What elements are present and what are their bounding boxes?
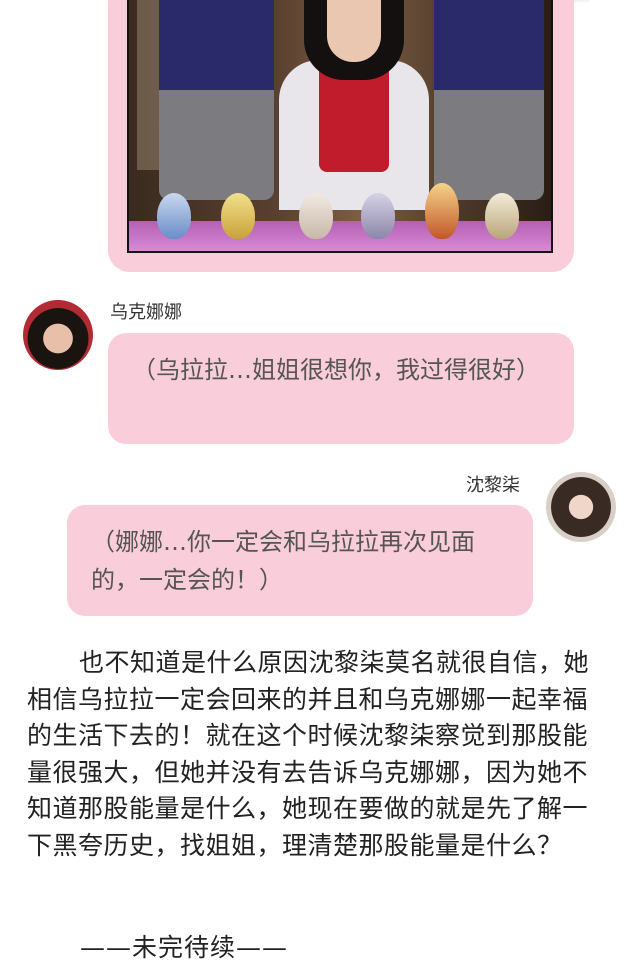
narrative-paragraph: 也不知道是什么原因沈黎柒莫名就很自信，她相信乌拉拉一定会回来的并且和乌克娜娜一起… [27, 648, 590, 860]
scene-person-left [159, 0, 274, 200]
jeweled-egg [221, 193, 255, 239]
sender-name: 沈黎柒 [466, 475, 520, 496]
scene-person-right [434, 0, 544, 200]
jeweled-egg [299, 193, 333, 239]
scene-person-center [279, 0, 429, 210]
jeweled-egg [361, 193, 395, 239]
jeweled-egg [485, 193, 519, 239]
avatar-right[interactable] [546, 472, 616, 542]
jeweled-egg [425, 183, 459, 239]
sender-name: 乌克娜娜 [110, 302, 182, 323]
avatar-left[interactable] [23, 300, 93, 370]
chat-bubble-right[interactable]: （娜娜…你一定会和乌拉拉再次见面的，一定会的！） [67, 505, 533, 616]
jeweled-egg [157, 193, 191, 239]
drama-still-image[interactable] [127, 0, 553, 253]
chat-bubble-left[interactable]: （乌拉拉…姐姐很想你，我过得很好） [108, 333, 574, 444]
to-be-continued: ——未完待续—— [80, 933, 289, 962]
